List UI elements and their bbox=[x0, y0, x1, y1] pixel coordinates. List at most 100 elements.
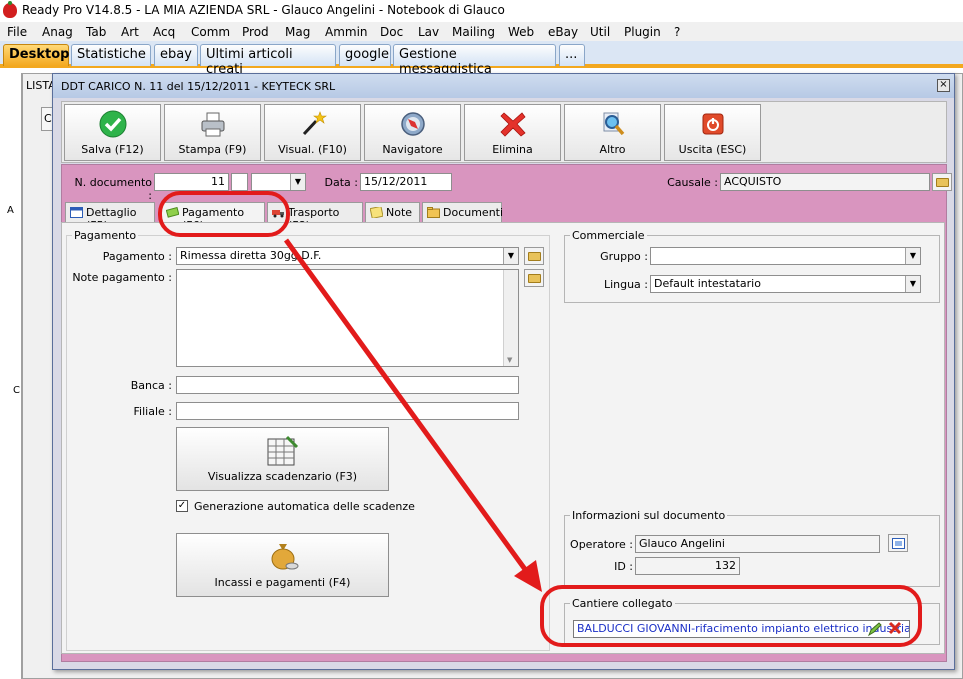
scroll-down-icon[interactable]: ▼ bbox=[507, 356, 512, 364]
chevron-down-icon[interactable]: ▼ bbox=[290, 174, 305, 190]
window-title: Ready Pro V14.8.5 - LA MIA AZIENDA SRL -… bbox=[22, 3, 505, 17]
doc-series-combo[interactable]: ▼ bbox=[251, 173, 306, 191]
causale-label: Causale : bbox=[667, 176, 718, 189]
window-icon bbox=[70, 207, 83, 218]
branch-label: Filiale : bbox=[133, 405, 172, 418]
menu-file[interactable]: File bbox=[7, 25, 27, 39]
date-label: Data : bbox=[324, 176, 358, 189]
folder-icon bbox=[528, 252, 541, 261]
navigator-label: Navigatore bbox=[382, 143, 443, 156]
folder-icon bbox=[427, 207, 440, 218]
payment-value: Rimessa diretta 30gg D.F. bbox=[180, 249, 322, 262]
menu-comm[interactable]: Comm bbox=[191, 25, 230, 39]
menu-help[interactable]: ? bbox=[674, 25, 680, 39]
operator-field: Glauco Angelini bbox=[635, 535, 880, 553]
notes-browse-button[interactable] bbox=[524, 269, 544, 287]
doc-number-field[interactable]: 11 bbox=[154, 173, 229, 191]
schedule-button[interactable]: Visualizza scadenzario (F3) bbox=[176, 427, 389, 491]
menu-ammin[interactable]: Ammin bbox=[325, 25, 368, 39]
tab-documenti[interactable]: Documenti bbox=[422, 202, 504, 222]
save-button[interactable]: Salva (F12) bbox=[64, 104, 161, 161]
bg-letter: C bbox=[13, 385, 20, 396]
group-label: Gruppo : bbox=[600, 250, 648, 263]
delete-label: Elimina bbox=[492, 143, 533, 156]
chevron-down-icon[interactable]: ▼ bbox=[905, 248, 920, 264]
menu-art[interactable]: Art bbox=[121, 25, 139, 39]
tab-ebay[interactable]: ebay bbox=[154, 44, 198, 66]
menu-ebay[interactable]: eBay bbox=[548, 25, 578, 39]
chevron-down-icon[interactable]: ▼ bbox=[503, 248, 518, 264]
causale-field[interactable]: ACQUISTO bbox=[720, 173, 930, 191]
other-button[interactable]: Altro bbox=[564, 104, 661, 161]
save-label: Salva (F12) bbox=[81, 143, 144, 156]
menu-tab[interactable]: Tab bbox=[86, 25, 106, 39]
commercial-group-title: Commerciale bbox=[570, 229, 647, 242]
menu-util[interactable]: Util bbox=[590, 25, 610, 39]
payment-combo[interactable]: Rimessa diretta 30gg D.F. ▼ bbox=[176, 247, 519, 265]
operator-button[interactable] bbox=[888, 534, 908, 552]
menu-acq[interactable]: Acq bbox=[153, 25, 175, 39]
exit-button[interactable]: Uscita (ESC) bbox=[664, 104, 761, 161]
causale-browse-button[interactable] bbox=[932, 173, 952, 191]
menu-prod[interactable]: Prod bbox=[242, 25, 269, 39]
group-combo[interactable]: ▼ bbox=[650, 247, 921, 265]
tab-dettaglio[interactable]: Dettaglio (F5) bbox=[65, 202, 155, 232]
tab-desktop[interactable]: Desktop bbox=[3, 44, 69, 66]
auto-schedule-label: Generazione automatica delle scadenze bbox=[194, 500, 415, 513]
magic-wand-icon bbox=[302, 111, 327, 136]
chevron-down-icon[interactable]: ▼ bbox=[905, 276, 920, 292]
language-label: Lingua : bbox=[603, 278, 648, 291]
spreadsheet-icon bbox=[267, 435, 299, 466]
doc-number-label: N. documento : bbox=[74, 176, 152, 202]
bank-label: Banca : bbox=[130, 379, 172, 392]
dialog-title: DDT CARICO N. 11 del 15/12/2011 - KEYTEC… bbox=[61, 80, 336, 93]
print-button[interactable]: Stampa (F9) bbox=[164, 104, 261, 161]
doc-suffix-field[interactable] bbox=[231, 173, 248, 191]
tab-statistiche[interactable]: Statistiche bbox=[71, 44, 151, 66]
workspace-tabs: Desktop Statistiche ebay Ultimi articoli… bbox=[0, 41, 963, 77]
tab-more[interactable]: ... bbox=[559, 44, 585, 66]
note-icon bbox=[370, 207, 383, 218]
red-x-icon bbox=[500, 112, 526, 137]
power-icon bbox=[702, 113, 724, 135]
checkmark-icon bbox=[99, 110, 127, 138]
dialog-toolbar: Salva (F12) Stampa (F9) Visual. (F10) Na… bbox=[61, 101, 947, 163]
payment-group-title: Pagamento bbox=[72, 229, 139, 242]
collections-button[interactable]: Incassi e pagamenti (F4) bbox=[176, 533, 389, 597]
navigator-button[interactable]: Navigatore bbox=[364, 104, 461, 161]
menu-doc[interactable]: Doc bbox=[380, 25, 403, 39]
tab-ultimi-articoli[interactable]: Ultimi articoli creati bbox=[200, 44, 336, 77]
app-strawberry-icon bbox=[3, 1, 17, 18]
branch-field[interactable] bbox=[176, 402, 519, 420]
menu-anag[interactable]: Anag bbox=[42, 25, 73, 39]
tab-label: Note bbox=[386, 206, 413, 219]
menu-plugin[interactable]: Plugin bbox=[624, 25, 661, 39]
ddt-dialog: DDT CARICO N. 11 del 15/12/2011 - KEYTEC… bbox=[52, 73, 955, 670]
menu-bar: File Anag Tab Art Acq Comm Prod Mag Ammi… bbox=[0, 22, 963, 41]
bg-letter: A bbox=[7, 205, 14, 216]
magnifier-icon bbox=[603, 112, 625, 136]
auto-schedule-checkbox[interactable]: ✓ bbox=[176, 500, 188, 512]
money-bag-icon bbox=[271, 544, 299, 570]
tab-google[interactable]: google bbox=[339, 44, 391, 66]
tab-gestione-messaggistica[interactable]: Gestione messaggistica bbox=[393, 44, 556, 77]
menu-web[interactable]: Web bbox=[508, 25, 534, 39]
payment-notes-textarea[interactable]: ▼ bbox=[176, 269, 519, 367]
language-value: Default intestatario bbox=[654, 277, 761, 290]
menu-mag[interactable]: Mag bbox=[285, 25, 310, 39]
bank-field[interactable] bbox=[176, 376, 519, 394]
menu-lav[interactable]: Lav bbox=[418, 25, 439, 39]
tab-label: Documenti bbox=[443, 206, 504, 219]
doc-info-group-title: Informazioni sul documento bbox=[570, 509, 728, 522]
menu-mailing[interactable]: Mailing bbox=[452, 25, 495, 39]
view-button[interactable]: Visual. (F10) bbox=[264, 104, 361, 161]
delete-button[interactable]: Elimina bbox=[464, 104, 561, 161]
tab-note[interactable]: Note bbox=[365, 202, 420, 222]
close-icon[interactable]: × bbox=[937, 79, 950, 92]
collections-label: Incassi e pagamenti (F4) bbox=[214, 576, 351, 589]
notes-scrollbar[interactable]: ▼ bbox=[503, 270, 518, 366]
date-field[interactable]: 15/12/2011 bbox=[360, 173, 452, 191]
payment-browse-button[interactable] bbox=[524, 247, 544, 265]
schedule-label: Visualizza scadenzario (F3) bbox=[207, 470, 358, 483]
language-combo[interactable]: Default intestatario ▼ bbox=[650, 275, 921, 293]
